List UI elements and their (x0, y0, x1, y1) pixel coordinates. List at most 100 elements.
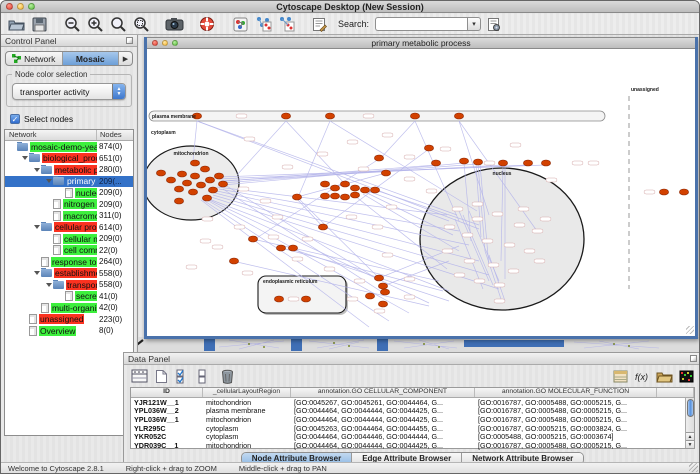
network-node[interactable] (190, 173, 199, 179)
scroll-up-icon[interactable]: ▲ (686, 432, 694, 440)
tree-row[interactable]: response to stimul264(0) (5, 256, 133, 268)
zoom-selected-icon[interactable] (108, 15, 128, 33)
table-column-header[interactable]: ID (131, 388, 203, 397)
tree-row[interactable]: biological_process651(0) (5, 153, 133, 165)
canvas-resize-grip[interactable] (686, 326, 694, 334)
tree-row[interactable]: multi-organism pro42(0) (5, 302, 133, 314)
network-node[interactable] (202, 195, 211, 201)
network-node[interactable] (248, 236, 257, 242)
network-node[interactable] (659, 189, 668, 195)
network-node[interactable] (378, 283, 387, 289)
disclosure-triangle-icon[interactable] (34, 168, 40, 172)
network-node[interactable] (320, 193, 329, 199)
network-node[interactable] (292, 194, 301, 200)
save-icon[interactable] (29, 15, 49, 33)
network-node[interactable] (459, 158, 468, 164)
scroll-down-icon[interactable]: ▼ (686, 440, 694, 448)
tree-row[interactable]: secretion41(0) (5, 291, 133, 303)
network-node[interactable] (320, 181, 329, 187)
network-node[interactable] (200, 166, 209, 172)
network-node[interactable] (350, 185, 359, 191)
table-row[interactable]: YKR052Ccytoplasm[GO:0044464, GO:0044446,… (131, 432, 694, 441)
tree-row[interactable]: transport558(0) (5, 279, 133, 291)
network-node[interactable] (177, 171, 186, 177)
tab-overflow-arrow[interactable]: ▶ (119, 52, 132, 65)
network-node[interactable] (340, 194, 349, 200)
open-icon[interactable] (6, 15, 26, 33)
network-node[interactable] (196, 182, 205, 188)
network-node[interactable] (330, 185, 339, 191)
network-node[interactable] (350, 192, 359, 198)
vizmapper-icon[interactable] (230, 15, 250, 33)
tree-row[interactable]: mosaic-demo-yeast874(0) (5, 141, 133, 153)
disclosure-triangle-icon[interactable] (46, 179, 52, 183)
plasma-membrane-region[interactable] (149, 111, 605, 121)
table-column-header[interactable]: _cellularLayoutRegion (203, 388, 291, 397)
network-node[interactable] (340, 181, 349, 187)
network-node[interactable] (325, 113, 334, 119)
network-node[interactable] (214, 173, 223, 179)
table-scrollbar-thumb[interactable] (687, 399, 694, 417)
window-resize-grip[interactable] (689, 463, 698, 472)
nucleus-region[interactable] (420, 168, 584, 310)
annotation-icon[interactable] (309, 15, 329, 33)
network-node[interactable] (374, 155, 383, 161)
network-node[interactable] (424, 145, 433, 151)
network-node[interactable] (365, 293, 374, 299)
network-node[interactable] (370, 187, 379, 193)
tree-row[interactable]: cellular metabol209(0) (5, 233, 133, 245)
matrix-icon[interactable] (677, 368, 695, 384)
float-panel-icon[interactable] (126, 37, 133, 44)
network-node[interactable] (218, 181, 227, 187)
network-node[interactable] (410, 113, 419, 119)
network-node[interactable] (205, 177, 214, 183)
network-node[interactable] (174, 198, 183, 204)
new-attribute-icon[interactable] (152, 368, 170, 384)
tree-row[interactable]: cellular process614(0) (5, 222, 133, 234)
tree-column-network[interactable]: Network (5, 130, 97, 140)
network-window-titlebar[interactable]: primary metabolic process (147, 37, 695, 49)
network-node[interactable] (330, 193, 339, 199)
network-node[interactable] (523, 160, 532, 166)
network-node[interactable] (229, 258, 238, 264)
tree-row[interactable]: primary metabo209(... (5, 176, 133, 188)
zoom-in-icon[interactable] (85, 15, 105, 33)
layout-network-icon[interactable] (253, 15, 273, 33)
tree-row[interactable]: metabolic process280(0) (5, 164, 133, 176)
node-color-dropdown[interactable]: transporter activity ▲▼ (12, 83, 126, 100)
disclosure-triangle-icon[interactable] (34, 271, 40, 275)
delete-attribute-icon[interactable] (218, 368, 236, 384)
table-row[interactable]: YDR039C__1mitochondrion[GO:0044464, GO:0… (131, 441, 694, 450)
network-canvas[interactable]: plasma membranecytoplasmmitochondrionnuc… (147, 49, 695, 335)
network-node[interactable] (166, 177, 175, 183)
disclosure-triangle-icon[interactable] (46, 283, 52, 287)
help-icon[interactable] (197, 15, 217, 33)
zoom-fit-icon[interactable] (131, 15, 151, 33)
network-node[interactable] (174, 186, 183, 192)
network-node[interactable] (454, 113, 463, 119)
search-config-icon[interactable] (484, 15, 504, 33)
network-node[interactable] (156, 170, 165, 176)
tree-row[interactable]: macromolecule311(0) (5, 210, 133, 222)
disclosure-triangle-icon[interactable] (22, 156, 28, 160)
import-attributes-icon[interactable] (655, 368, 673, 384)
network-node[interactable] (360, 187, 369, 193)
network-node[interactable] (679, 189, 688, 195)
table-row[interactable]: YLR295Ccytoplasm[GO:0045263, GO:0044464,… (131, 424, 694, 433)
attribute-list-icon[interactable] (611, 368, 629, 384)
tree-row[interactable]: establishment of lo558(0) (5, 268, 133, 280)
search-input[interactable] (375, 17, 467, 31)
table-row[interactable]: YJR121W__1mitochondrion[GO:0045267, GO:0… (131, 398, 694, 407)
attribute-select-icon[interactable] (130, 368, 148, 384)
snapshot-icon[interactable] (164, 15, 184, 33)
tree-row[interactable]: nucleobase-209(0) (5, 187, 133, 199)
select-all-attributes-icon[interactable] (174, 368, 192, 384)
network-node[interactable] (380, 289, 389, 295)
table-column-header[interactable]: annotation.GO MOLECULAR_FUNCTION (475, 388, 657, 397)
tree-row[interactable]: Overview8(0) (5, 325, 133, 337)
disclosure-triangle-icon[interactable] (34, 225, 40, 229)
select-nodes-checkbox[interactable]: ✓ (10, 114, 20, 124)
float-data-panel-icon[interactable] (690, 355, 697, 362)
tree-row[interactable]: nitrogen compo209(0) (5, 199, 133, 211)
layout-attribute-icon[interactable] (276, 15, 296, 33)
